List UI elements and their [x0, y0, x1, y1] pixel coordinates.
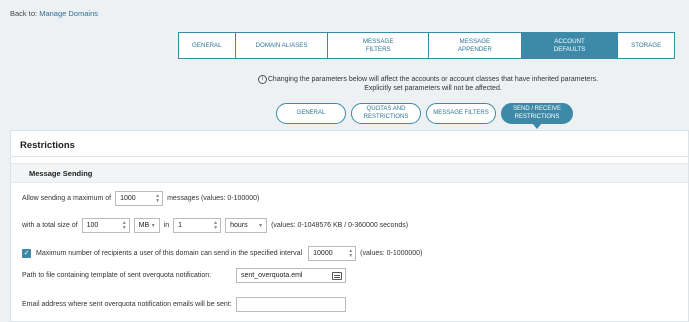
max-messages-label: Allow sending a maximum of: [22, 195, 112, 202]
section-header: Message Sending: [11, 163, 688, 183]
info-line-1: Changing the parameters below will affec…: [267, 76, 599, 83]
max-recipients-stepper[interactable]: 10000 ▲ ▼: [308, 246, 357, 261]
section-title: Message Sending: [29, 169, 93, 178]
max-messages-stepper[interactable]: 1000 ▲ ▼: [115, 191, 164, 206]
notification-email-input[interactable]: [236, 297, 346, 312]
time-unit-value: hours: [230, 222, 248, 229]
tab-message-appender[interactable]: MESSAGE APPENDER: [429, 33, 522, 58]
subtab-message-filters[interactable]: MESSAGE FILTERS: [426, 103, 496, 124]
max-recipients-label: Maximum number of recipients a user of t…: [36, 250, 303, 257]
size-value: 100: [86, 222, 99, 229]
restrictions-panel: Restrictions Message Sending Allow sendi…: [10, 130, 689, 322]
manage-domains-link[interactable]: Manage Domains: [39, 9, 98, 18]
info-notice: i Changing the parameters below will aff…: [258, 75, 608, 94]
tab-general[interactable]: GENERAL: [179, 33, 236, 58]
template-path-input[interactable]: sent_overquota.eml: [236, 268, 346, 283]
tab-storage[interactable]: STORAGE: [618, 33, 674, 58]
time-value: 1: [178, 222, 182, 229]
max-messages-row: Allow sending a maximum of 1000 ▲ ▼ messa…: [22, 191, 259, 206]
subtab-general[interactable]: GENERAL: [276, 103, 346, 124]
time-stepper[interactable]: 1 ▲ ▼: [173, 218, 222, 233]
in-label: in: [163, 222, 170, 229]
template-path-value: sent_overquota.eml: [241, 272, 303, 279]
spinner-arrows-icon[interactable]: ▲ ▼: [155, 194, 160, 204]
total-size-row: with a total size of 100 ▲ ▼ MB ▼ in 1 ▲ ▼…: [22, 218, 408, 233]
max-messages-value: 1000: [120, 195, 136, 202]
info-line-2: Explicitly set parameters will not be af…: [364, 85, 502, 93]
template-path-row: Path to file containing template of sent…: [22, 268, 346, 283]
breadcrumb: Back to: Manage Domains: [10, 9, 98, 18]
spinner-arrows-icon[interactable]: ▲ ▼: [122, 221, 127, 231]
size-unit-value: MB: [138, 222, 150, 229]
chevron-down-icon: ▼: [150, 223, 156, 229]
tab-account-defaults[interactable]: ACCOUNT DEFAULTS: [521, 33, 619, 58]
max-recipients-value: 10000: [313, 250, 333, 257]
time-unit-select[interactable]: hours ▼: [225, 218, 268, 233]
total-size-label: with a total size of: [22, 222, 78, 229]
divider: [11, 156, 688, 157]
size-unit-select[interactable]: MB ▼: [133, 218, 160, 233]
info-icon: i: [258, 75, 267, 84]
max-recipients-row: ✓ Maximum number of recipients a user of…: [22, 246, 422, 261]
file-browse-icon[interactable]: [332, 272, 342, 280]
max-recipients-hint: (values: 0-1000000): [360, 250, 423, 257]
chevron-down-icon: ▼: [258, 223, 264, 229]
subtabs: GENERAL QUOTAS AND RESTRICTIONS MESSAGE …: [276, 103, 573, 129]
notification-email-row: Email address where sent overquota notif…: [22, 297, 346, 312]
spinner-arrows-icon[interactable]: ▲ ▼: [213, 221, 218, 231]
spinner-arrows-icon[interactable]: ▲ ▼: [348, 249, 353, 259]
panel-title: Restrictions: [20, 140, 75, 151]
tab-domain-aliases[interactable]: DOMAIN ALIASES: [236, 33, 329, 58]
subtab-quotas-and-restrictions[interactable]: QUOTAS AND RESTRICTIONS: [351, 103, 421, 124]
total-size-hint: (values: 0-1048576 KB / 0-360000 seconds…: [271, 222, 409, 229]
notification-email-label: Email address where sent overquota notif…: [22, 301, 232, 308]
template-path-label: Path to file containing template of sent…: [22, 272, 212, 279]
domain-tabs: GENERAL DOMAIN ALIASES MESSAGE FILTERS M…: [178, 32, 675, 59]
size-stepper[interactable]: 100 ▲ ▼: [81, 218, 130, 233]
tab-message-filters[interactable]: MESSAGE FILTERS: [328, 33, 430, 58]
breadcrumb-prefix: Back to:: [10, 9, 38, 18]
subtab-send-receive-restrictions[interactable]: SEND / RECEIVE RESTRICTIONS: [501, 103, 573, 129]
max-messages-hint: messages (values: 0-100000): [167, 195, 260, 202]
max-recipients-checkbox[interactable]: ✓: [22, 249, 31, 258]
